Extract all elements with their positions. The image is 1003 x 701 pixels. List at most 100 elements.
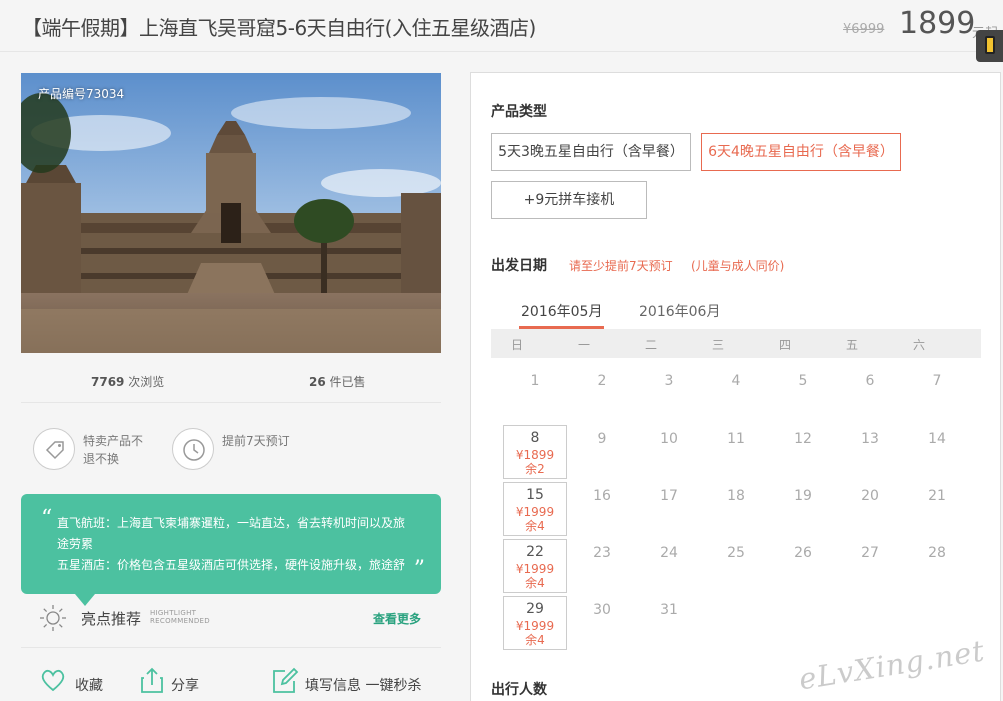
day-number: 28	[928, 545, 946, 561]
calendar-day-available[interactable]: 22 ¥1999 余4	[503, 539, 567, 593]
sold-label: 件已售	[329, 375, 366, 389]
day-price: ¥1899	[515, 448, 555, 462]
calendar-day: 2	[570, 371, 634, 391]
page: 【端午假期】上海直飞吴哥窟5-6天自由行(入住五星级酒店) ¥6999 1899…	[0, 0, 1003, 701]
option-6d4n[interactable]: 6天4晚五星自由行（含早餐）	[701, 133, 901, 171]
day-number: 5	[798, 373, 808, 389]
header: 【端午假期】上海直飞吴哥窟5-6天自由行(入住五星级酒店) ¥6999 1899…	[0, 0, 1003, 52]
weekday-label: 一	[577, 338, 590, 352]
day-number: 12	[794, 431, 812, 447]
angkor-wat-image	[21, 73, 441, 353]
day-remaining: 余4	[525, 519, 545, 533]
view-more-link[interactable]: 查看更多	[373, 610, 421, 627]
side-widget-button[interactable]	[976, 30, 1003, 62]
day-number: 21	[928, 488, 946, 504]
calendar-day: 28	[905, 543, 969, 563]
sun-icon	[40, 605, 66, 631]
guarantee-text-2: 提前7天预订	[222, 434, 290, 448]
calendar-day-available[interactable]: 29 ¥1999 余4	[503, 596, 567, 650]
tab-month-may[interactable]: 2016年05月	[519, 301, 605, 329]
weekday-label: 四	[778, 338, 791, 352]
day-number: 2	[597, 373, 607, 389]
weekday-label: 二	[644, 338, 657, 352]
product-type-title: 产品类型	[491, 104, 547, 120]
day-number: 23	[593, 545, 611, 561]
day-number: 16	[593, 488, 611, 504]
tab-month-june[interactable]: 2016年06月	[639, 301, 720, 329]
day-number: 17	[660, 488, 678, 504]
departure-title: 出发日期	[491, 258, 547, 274]
sold-count: 26	[309, 375, 326, 389]
product-stats: 7769 次浏览 26 件已售	[21, 365, 441, 403]
weekday-header: 日一二三四五六	[491, 329, 981, 358]
lamp-icon	[985, 36, 995, 54]
highlight-bar: 亮点推荐 HIGHTLIGHT RECOMMENDED 查看更多	[21, 598, 441, 648]
day-number: 8	[530, 430, 540, 446]
promo-bubble: “ 直飞航班：上海直飞柬埔寨暹粒，一站直达，省去转机时间以及旅 途劳累 五星酒店…	[21, 494, 441, 606]
calendar-day: 24	[637, 543, 701, 563]
day-remaining: 余2	[525, 462, 545, 476]
day-price: ¥1999	[515, 505, 555, 519]
day-number: 26	[794, 545, 812, 561]
calendar-day: 3	[637, 371, 701, 391]
option-5d3n[interactable]: 5天3晚五星自由行（含早餐）	[491, 133, 691, 171]
booking-note: 请至少提前7天预订	[569, 259, 673, 273]
highlight-en: HIGHTLIGHT RECOMMENDED	[150, 609, 210, 625]
calendar-day: 26	[771, 543, 835, 563]
current-price: 1899	[899, 6, 976, 41]
calendar-day: 27	[838, 543, 902, 563]
calendar-day: 25	[704, 543, 768, 563]
day-number: 11	[727, 431, 745, 447]
product-code: 产品编号73034	[38, 87, 125, 101]
calendar-day-available[interactable]: 8 ¥1899 余2	[503, 425, 567, 479]
tag-icon	[33, 428, 75, 470]
action-bar: 收藏 分享 填写信息 一键秒杀	[21, 664, 441, 701]
calendar-day: 4	[704, 371, 768, 391]
calendar-day: 18	[704, 486, 768, 506]
guarantee-no-refund: 特卖产品不退不换	[33, 428, 163, 472]
calendar-day: 23	[570, 543, 634, 563]
child-price-note: (儿童与成人同价)	[691, 259, 785, 273]
calendar-day: 7	[905, 371, 969, 391]
day-number: 19	[794, 488, 812, 504]
day-number: 15	[526, 487, 544, 503]
day-number: 25	[727, 545, 745, 561]
sold-stat: 26 件已售	[309, 373, 366, 390]
weekday-label: 五	[845, 338, 858, 352]
guarantee-advance-booking: 提前7天预订	[172, 428, 302, 472]
day-remaining: 余4	[525, 576, 545, 590]
option-airport-pickup[interactable]: +9元拼车接机	[491, 181, 647, 219]
product-photo	[21, 73, 441, 353]
highlight-en-2: RECOMMENDED	[150, 617, 210, 625]
calendar-day: 14	[905, 429, 969, 449]
day-number: 3	[664, 373, 674, 389]
day-price: ¥1999	[515, 619, 555, 633]
calendar-day: 5	[771, 371, 835, 391]
clock-icon	[172, 428, 214, 470]
calendar-day: 13	[838, 429, 902, 449]
promo-line-2: 途劳累	[57, 537, 94, 551]
day-number: 7	[932, 373, 942, 389]
day-number: 9	[597, 431, 607, 447]
share-icon	[141, 667, 163, 693]
day-number: 14	[928, 431, 946, 447]
day-number: 29	[526, 601, 544, 617]
calendar-day-available[interactable]: 15 ¥1999 余4	[503, 482, 567, 536]
calendar-day: 10	[637, 429, 701, 449]
day-price: ¥1999	[515, 562, 555, 576]
calendar-day: 16	[570, 486, 634, 506]
day-number: 27	[861, 545, 879, 561]
day-remaining: 余4	[525, 633, 545, 647]
guarantee-text-1: 特卖产品不退不换	[83, 434, 144, 466]
quick-fill-label: 填写信息 一键秒杀	[305, 678, 422, 694]
day-number: 4	[731, 373, 741, 389]
weekday-label: 日	[510, 338, 523, 352]
open-quote-icon: “	[41, 506, 53, 531]
edit-icon	[273, 667, 299, 693]
travelers-title: 出行人数	[491, 682, 547, 698]
views-stat: 7769 次浏览	[91, 373, 164, 390]
original-price: ¥6999	[843, 22, 885, 37]
calendar-day: 21	[905, 486, 969, 506]
promo-line-3: 五星酒店：价格包含五星级酒店可供选择，硬件设施升级，旅途舒	[57, 558, 406, 572]
day-number: 13	[861, 431, 879, 447]
